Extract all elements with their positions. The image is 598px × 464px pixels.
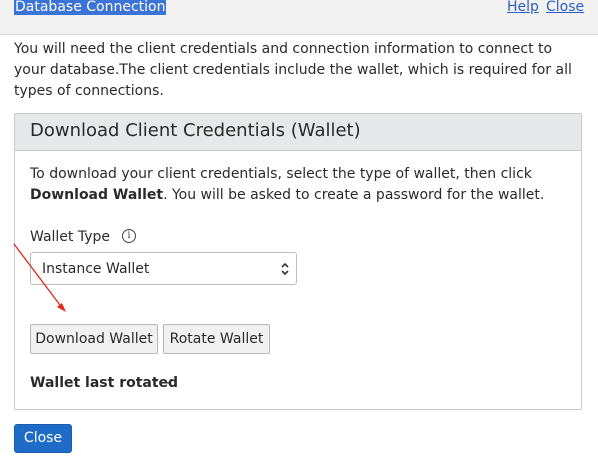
intro-text: You will need the client credentials and…: [14, 41, 572, 99]
panel-desc-text: To download your client credentials, sel…: [30, 166, 532, 182]
wallet-last-rotated-colon: :: [154, 375, 159, 391]
chevron-updown-icon: [281, 262, 289, 276]
panel-header: Download Client Credentials (Wallet): [15, 114, 581, 151]
wallet-type-value: Instance Wallet: [42, 261, 150, 277]
info-icon[interactable]: i: [122, 229, 136, 243]
database-connection-dialog: Database Connection Help Close You will …: [0, 0, 598, 464]
wallet-type-select[interactable]: Instance Wallet: [30, 252, 297, 285]
rotate-wallet-button[interactable]: Rotate Wallet: [163, 324, 270, 354]
help-link[interactable]: Help: [507, 0, 539, 15]
download-wallet-button[interactable]: Download Wallet: [30, 324, 158, 354]
wallet-last-rotated-value: -: [166, 375, 172, 391]
dialog-header: Database Connection Help Close: [0, 0, 598, 35]
panel-title: Download Client Credentials (Wallet): [30, 120, 361, 141]
close-link[interactable]: Close: [546, 0, 584, 15]
panel-description: To download your client credentials, sel…: [30, 164, 570, 206]
panel-desc-bold: Download Wallet: [30, 187, 164, 203]
client-credentials-panel: Download Client Credentials (Wallet) To …: [14, 113, 582, 410]
panel-desc-text-2: . You will be asked to create a password…: [163, 187, 545, 203]
wallet-type-label: Wallet Type: [30, 229, 111, 245]
dialog-title: Database Connection: [14, 0, 167, 15]
close-button[interactable]: Close: [14, 424, 72, 453]
